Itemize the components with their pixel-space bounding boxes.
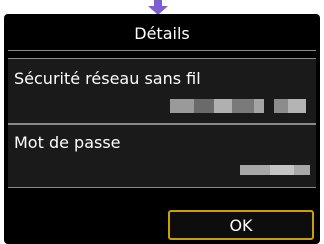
field-password: Mot de passe [8,124,316,188]
masked-value [240,165,310,175]
field-wireless-security: Sécurité réseau sans fil [8,58,316,124]
field-label: Sécurité réseau sans fil [14,69,201,88]
field-label: Mot de passe [14,133,121,152]
screen-title-bar: Détails [4,16,320,50]
printer-lcd-screen: Détails Sécurité réseau sans fil Mot de … [4,14,320,244]
page-title: Détails [134,23,190,43]
title-divider [8,50,316,51]
masked-value [170,99,306,113]
ok-button[interactable]: OK [168,210,314,240]
